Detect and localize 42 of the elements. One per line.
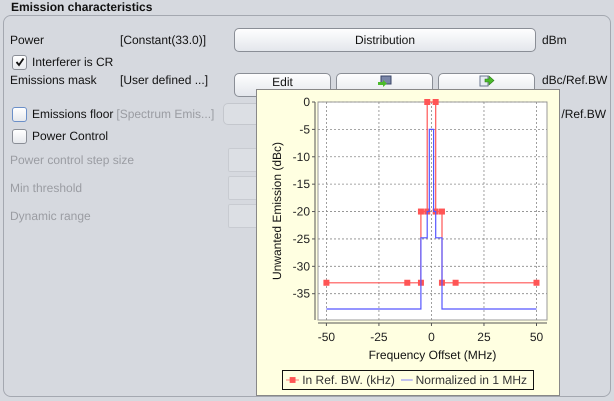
field-label: Power control step size (9, 153, 136, 167)
data-point (424, 99, 430, 105)
distribution-button[interactable]: Distribution (234, 28, 536, 52)
x-tick-label: -25 (370, 330, 388, 344)
y-tick-label: -5 (299, 122, 310, 136)
section-title: Emission characteristics (10, 0, 154, 15)
y-tick-label: -10 (292, 150, 310, 164)
x-tick-label: -50 (318, 330, 336, 344)
field-value: [Spectrum Emis...] (115, 107, 216, 121)
export-icon (478, 75, 494, 87)
computer-icon (378, 75, 392, 87)
x-tick-label: 25 (477, 330, 491, 344)
x-axis-title: Frequency Offset (MHz) (368, 348, 496, 362)
checkbox-label: Power Control (32, 129, 108, 143)
y-tick-label: -15 (292, 177, 310, 192)
unit-label: /Ref.BW (560, 107, 606, 121)
field-label: Min threshold (9, 181, 84, 195)
y-tick-label: -20 (292, 204, 310, 219)
x-tick-label: 50 (530, 330, 544, 344)
x-tick-label: 0 (428, 330, 435, 344)
unit-label: dBm (541, 32, 567, 46)
y-tick-label: -25 (292, 232, 310, 246)
field-value: [User defined ...] (120, 72, 210, 87)
legend-line-icon (400, 379, 413, 381)
field-label: Power (9, 32, 46, 46)
y-tick-label: 0 (303, 95, 310, 109)
checkbox-label: Emissions floor (32, 107, 114, 121)
y-tick-label: -35 (292, 286, 310, 301)
field-label: Dynamic range (9, 209, 92, 223)
y-tick-label: -30 (292, 259, 310, 274)
legend-label: In Ref. BW. (kHz) (302, 373, 395, 387)
legend-marker-icon (286, 376, 300, 384)
y-axis-title: Unwanted Emission (dBc) (270, 142, 284, 280)
legend-label: Normalized in 1 MHz (416, 373, 527, 387)
checkbox[interactable] (12, 128, 27, 144)
field-label: Emissions mask (9, 72, 98, 87)
field-value: [Constant(33.0)] (120, 32, 208, 46)
checkbox[interactable] (12, 106, 27, 122)
checkbox-label: Interferer is CR (32, 55, 114, 69)
data-point (432, 99, 439, 105)
checkbox[interactable] (12, 54, 27, 70)
unit-label: dBc/Ref.BW (541, 72, 608, 87)
